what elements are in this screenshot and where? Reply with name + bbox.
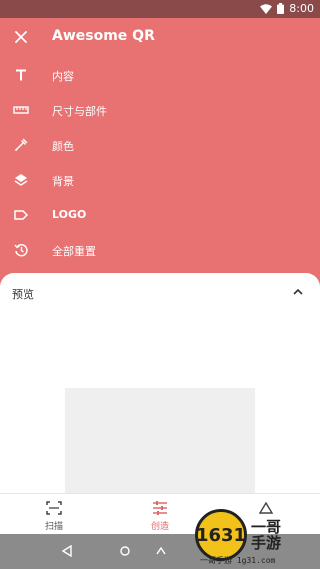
watermark-badge: 1631 bbox=[195, 509, 247, 561]
app-title: Awesome QR bbox=[52, 28, 155, 44]
status-time: 8:00 bbox=[289, 2, 314, 15]
eyedropper-icon bbox=[10, 134, 32, 156]
home-icon[interactable] bbox=[118, 544, 132, 558]
preview-sheet-header[interactable]: 预览 bbox=[0, 273, 320, 311]
menu-item-label: 内容 bbox=[52, 70, 74, 83]
settings-menu: 内容 尺寸与部件 颜色 背景 LOGO 全部重置 bbox=[0, 58, 320, 268]
menu-item-label: 背景 bbox=[52, 175, 74, 188]
qr-preview-image bbox=[65, 388, 255, 493]
menu-item-label: 全部重置 bbox=[52, 245, 96, 258]
close-button[interactable] bbox=[10, 26, 32, 48]
watermark-line-1: 一哥 bbox=[251, 517, 282, 536]
menu-item-background[interactable]: 背景 bbox=[0, 163, 320, 198]
menu-item-size-parts[interactable]: 尺寸与部件 bbox=[0, 93, 320, 128]
tune-sliders-icon bbox=[152, 500, 168, 516]
scan-frame-icon bbox=[46, 500, 62, 516]
preview-title: 预览 bbox=[12, 288, 34, 301]
menu-item-content[interactable]: 内容 bbox=[0, 58, 320, 93]
back-icon[interactable] bbox=[60, 544, 74, 558]
history-icon bbox=[10, 239, 32, 261]
menu-item-label: 颜色 bbox=[52, 140, 74, 153]
label-tag-icon bbox=[10, 204, 32, 226]
close-icon bbox=[15, 28, 27, 47]
layers-icon bbox=[10, 169, 32, 191]
preview-sheet: 预览 bbox=[0, 273, 320, 493]
watermark-line-2: 手游 bbox=[251, 534, 282, 552]
recents-icon[interactable] bbox=[154, 544, 168, 558]
menu-item-label: LOGO bbox=[52, 208, 87, 221]
menu-item-logo[interactable]: LOGO bbox=[0, 198, 320, 233]
nav-label: 扫描 bbox=[44, 522, 63, 532]
menu-item-label: 尺寸与部件 bbox=[52, 105, 107, 118]
text-t-icon bbox=[10, 64, 32, 86]
status-bar: 8:00 bbox=[0, 0, 320, 18]
menu-item-color[interactable]: 颜色 bbox=[0, 128, 320, 163]
wifi-icon bbox=[260, 3, 273, 14]
menu-item-reset-all[interactable]: 全部重置 bbox=[0, 233, 320, 268]
chevron-up-icon[interactable] bbox=[290, 283, 306, 299]
ruler-icon bbox=[10, 99, 32, 121]
watermark-url: 一哥手游 1g31.com bbox=[200, 556, 276, 565]
battery-icon bbox=[277, 3, 285, 14]
app-bar: Awesome QR bbox=[0, 18, 320, 58]
nav-item-scan[interactable]: 扫描 bbox=[4, 494, 104, 535]
